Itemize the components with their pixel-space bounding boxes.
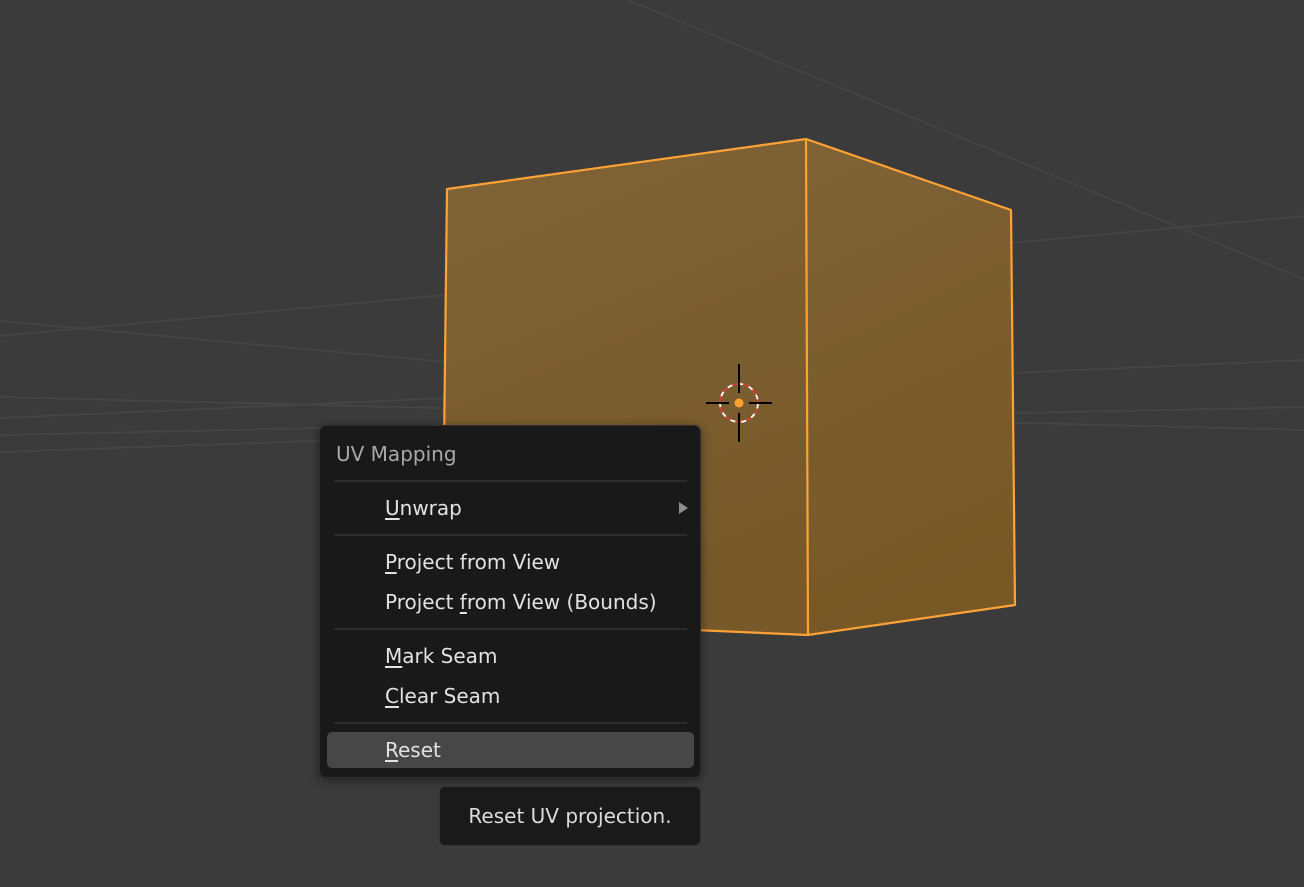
tooltip: Reset UV projection.	[439, 786, 701, 846]
hotkey-letter: U	[385, 496, 400, 520]
cube-right-face	[806, 139, 1015, 635]
hotkey-letter: R	[385, 738, 398, 762]
menu-item-label: nwrap	[399, 496, 462, 520]
hotkey-letter: C	[385, 684, 399, 708]
menu-item-project-from-view-bounds[interactable]: Project from View (Bounds)	[327, 584, 694, 620]
menu-item-label: lear Seam	[398, 684, 501, 708]
menu-item-label: Project	[385, 590, 460, 614]
menu-item-clear-seam[interactable]: Clear Seam	[327, 678, 694, 714]
menu-item-reset[interactable]: Reset	[327, 732, 694, 768]
menu-title: UV Mapping	[336, 442, 457, 466]
menu-separator	[334, 628, 687, 630]
menu-item-label: ark Seam	[402, 644, 498, 668]
hotkey-letter: M	[385, 644, 403, 668]
menu-item-label: rom View (Bounds)	[466, 590, 657, 614]
menu-item-label: roject from View	[396, 550, 561, 574]
submenu-arrow-icon	[679, 502, 688, 514]
hotkey-letter: P	[385, 550, 397, 574]
menu-item-unwrap[interactable]: Unwrap	[327, 490, 694, 526]
hotkey-letter: f	[459, 590, 467, 614]
menu-item-project-from-view[interactable]: Project from View	[327, 544, 694, 580]
uv-mapping-menu: UV Mapping Unwrap Project from View Proj…	[319, 425, 701, 778]
menu-separator	[334, 534, 687, 536]
menu-separator	[334, 480, 687, 482]
menu-item-label: eset	[398, 738, 441, 762]
menu-separator	[334, 722, 687, 724]
menu-item-mark-seam[interactable]: Mark Seam	[327, 638, 694, 674]
